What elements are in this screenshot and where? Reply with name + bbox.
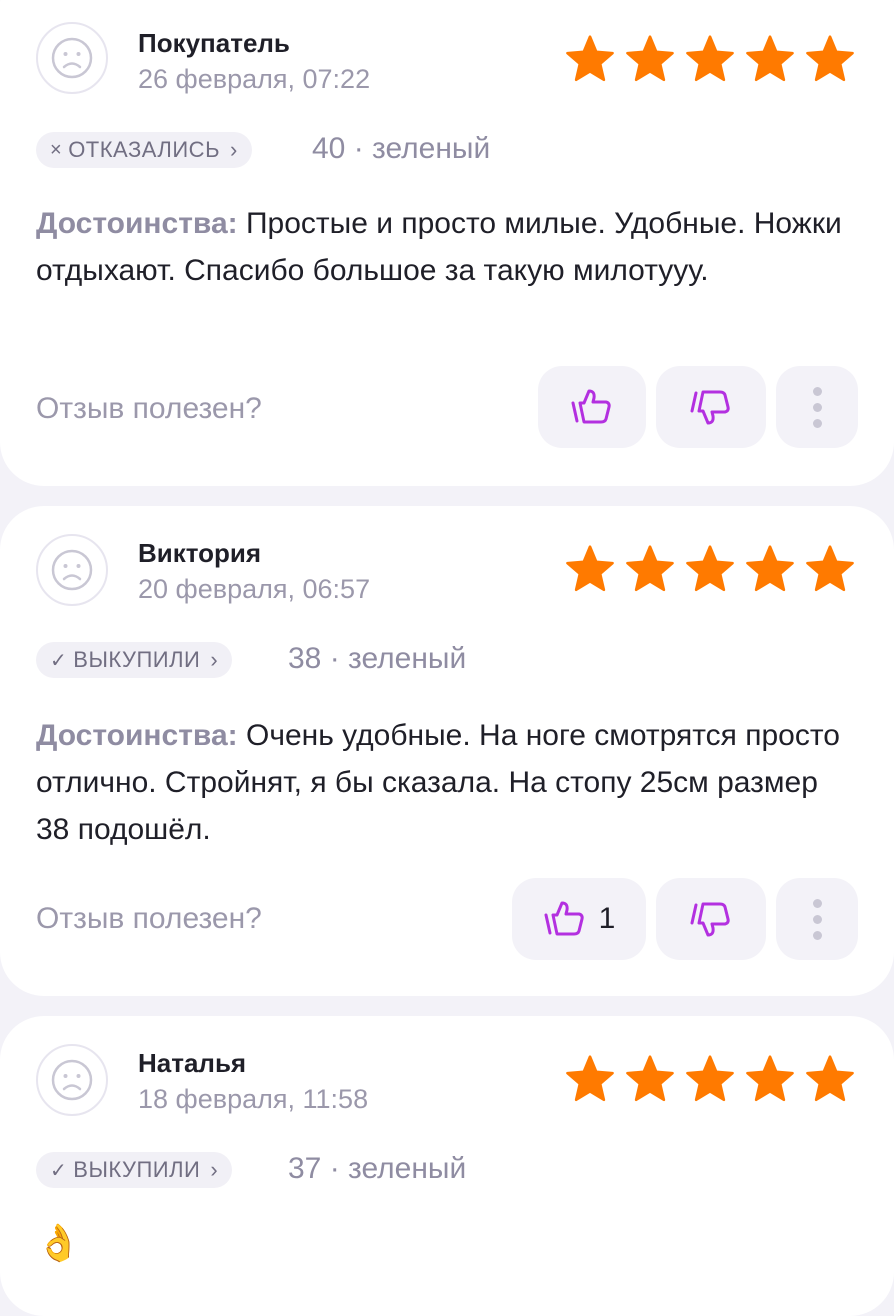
rating-stars <box>564 1054 856 1104</box>
close-icon: × <box>50 138 63 161</box>
review-date: 20 февраля, 06:57 <box>138 574 371 604</box>
helpful-prompt: Отзыв полезен? <box>36 392 262 425</box>
pros-label: Достоинства: <box>36 719 238 752</box>
chevron-right-icon: › <box>210 1157 219 1182</box>
review-author: Наталья <box>138 1048 247 1078</box>
check-icon: ✓ <box>50 1159 68 1182</box>
avatar <box>36 1044 108 1116</box>
check-icon: ✓ <box>50 649 68 672</box>
more-options-button[interactable] <box>776 366 858 448</box>
size-color: 37 · зеленый <box>288 1152 467 1185</box>
review-author: Покупатель <box>138 28 290 58</box>
star-icon <box>746 35 794 82</box>
star-icon <box>626 35 674 82</box>
status-label: ОТКАЗАЛИСЬ <box>68 137 221 162</box>
review-text: Достоинства: Простые и просто милые. Удо… <box>36 200 858 294</box>
size-color: 38 · зеленый <box>288 642 467 675</box>
purchase-status-badge[interactable]: × ОТКАЗАЛИСЬ › <box>36 132 252 168</box>
helpful-prompt: Отзыв полезен? <box>36 902 262 935</box>
star-icon <box>566 1055 614 1102</box>
thumbs-up-icon <box>544 901 584 936</box>
star-icon <box>686 35 734 82</box>
star-icon <box>686 545 734 592</box>
pros-label: Достоинства: <box>36 207 238 240</box>
status-label: ВЫКУПИЛИ <box>73 647 201 672</box>
review-date: 26 февраля, 07:22 <box>138 64 371 94</box>
star-icon <box>566 545 614 592</box>
star-icon <box>746 545 794 592</box>
star-icon <box>626 1055 674 1102</box>
size-color: 40 · зеленый <box>312 132 491 165</box>
dislike-button[interactable] <box>656 878 766 960</box>
chevron-right-icon: › <box>230 137 238 162</box>
avatar <box>36 534 108 606</box>
star-icon <box>686 1055 734 1102</box>
review-card: Наталья 18 февраля, 11:58 ✓ ВЫКУПИЛИ › 3… <box>0 1016 894 1316</box>
review-text: Достоинства: Очень удобные. На ноге смот… <box>36 712 858 853</box>
thumbs-down-icon <box>690 902 730 937</box>
review-card: Виктория 20 февраля, 06:57 ✓ ВЫКУПИЛИ › … <box>0 506 894 996</box>
star-icon <box>746 1055 794 1102</box>
review-card: Покупатель 26 февраля, 07:22 × ОТКАЗАЛИС… <box>0 0 894 486</box>
like-button[interactable] <box>538 366 646 448</box>
star-icon <box>806 545 854 592</box>
like-button[interactable]: 1 <box>512 878 646 960</box>
sad-face-icon <box>51 1059 93 1101</box>
rating-stars <box>564 34 856 84</box>
thumbs-up-icon <box>571 389 611 424</box>
more-vertical-icon <box>812 898 822 940</box>
star-icon <box>566 35 614 82</box>
purchase-status-badge[interactable]: ✓ ВЫКУПИЛИ › <box>36 642 233 678</box>
star-icon <box>806 35 854 82</box>
star-icon <box>806 1055 854 1102</box>
like-count: 1 <box>598 902 616 935</box>
sad-face-icon <box>51 37 93 79</box>
star-icon <box>626 545 674 592</box>
chevron-right-icon: › <box>210 647 219 672</box>
review-author: Виктория <box>138 538 262 568</box>
purchase-status-badge[interactable]: ✓ ВЫКУПИЛИ › <box>36 1152 233 1188</box>
review-comment: 👌 <box>36 1222 81 1263</box>
status-label: ВЫКУПИЛИ <box>73 1157 201 1182</box>
sad-face-icon <box>51 549 93 591</box>
more-options-button[interactable] <box>776 878 858 960</box>
review-date: 18 февраля, 11:58 <box>138 1084 369 1114</box>
avatar <box>36 22 108 94</box>
dislike-button[interactable] <box>656 366 766 448</box>
thumbs-down-icon <box>690 390 730 425</box>
rating-stars <box>564 544 856 594</box>
more-vertical-icon <box>812 386 822 428</box>
